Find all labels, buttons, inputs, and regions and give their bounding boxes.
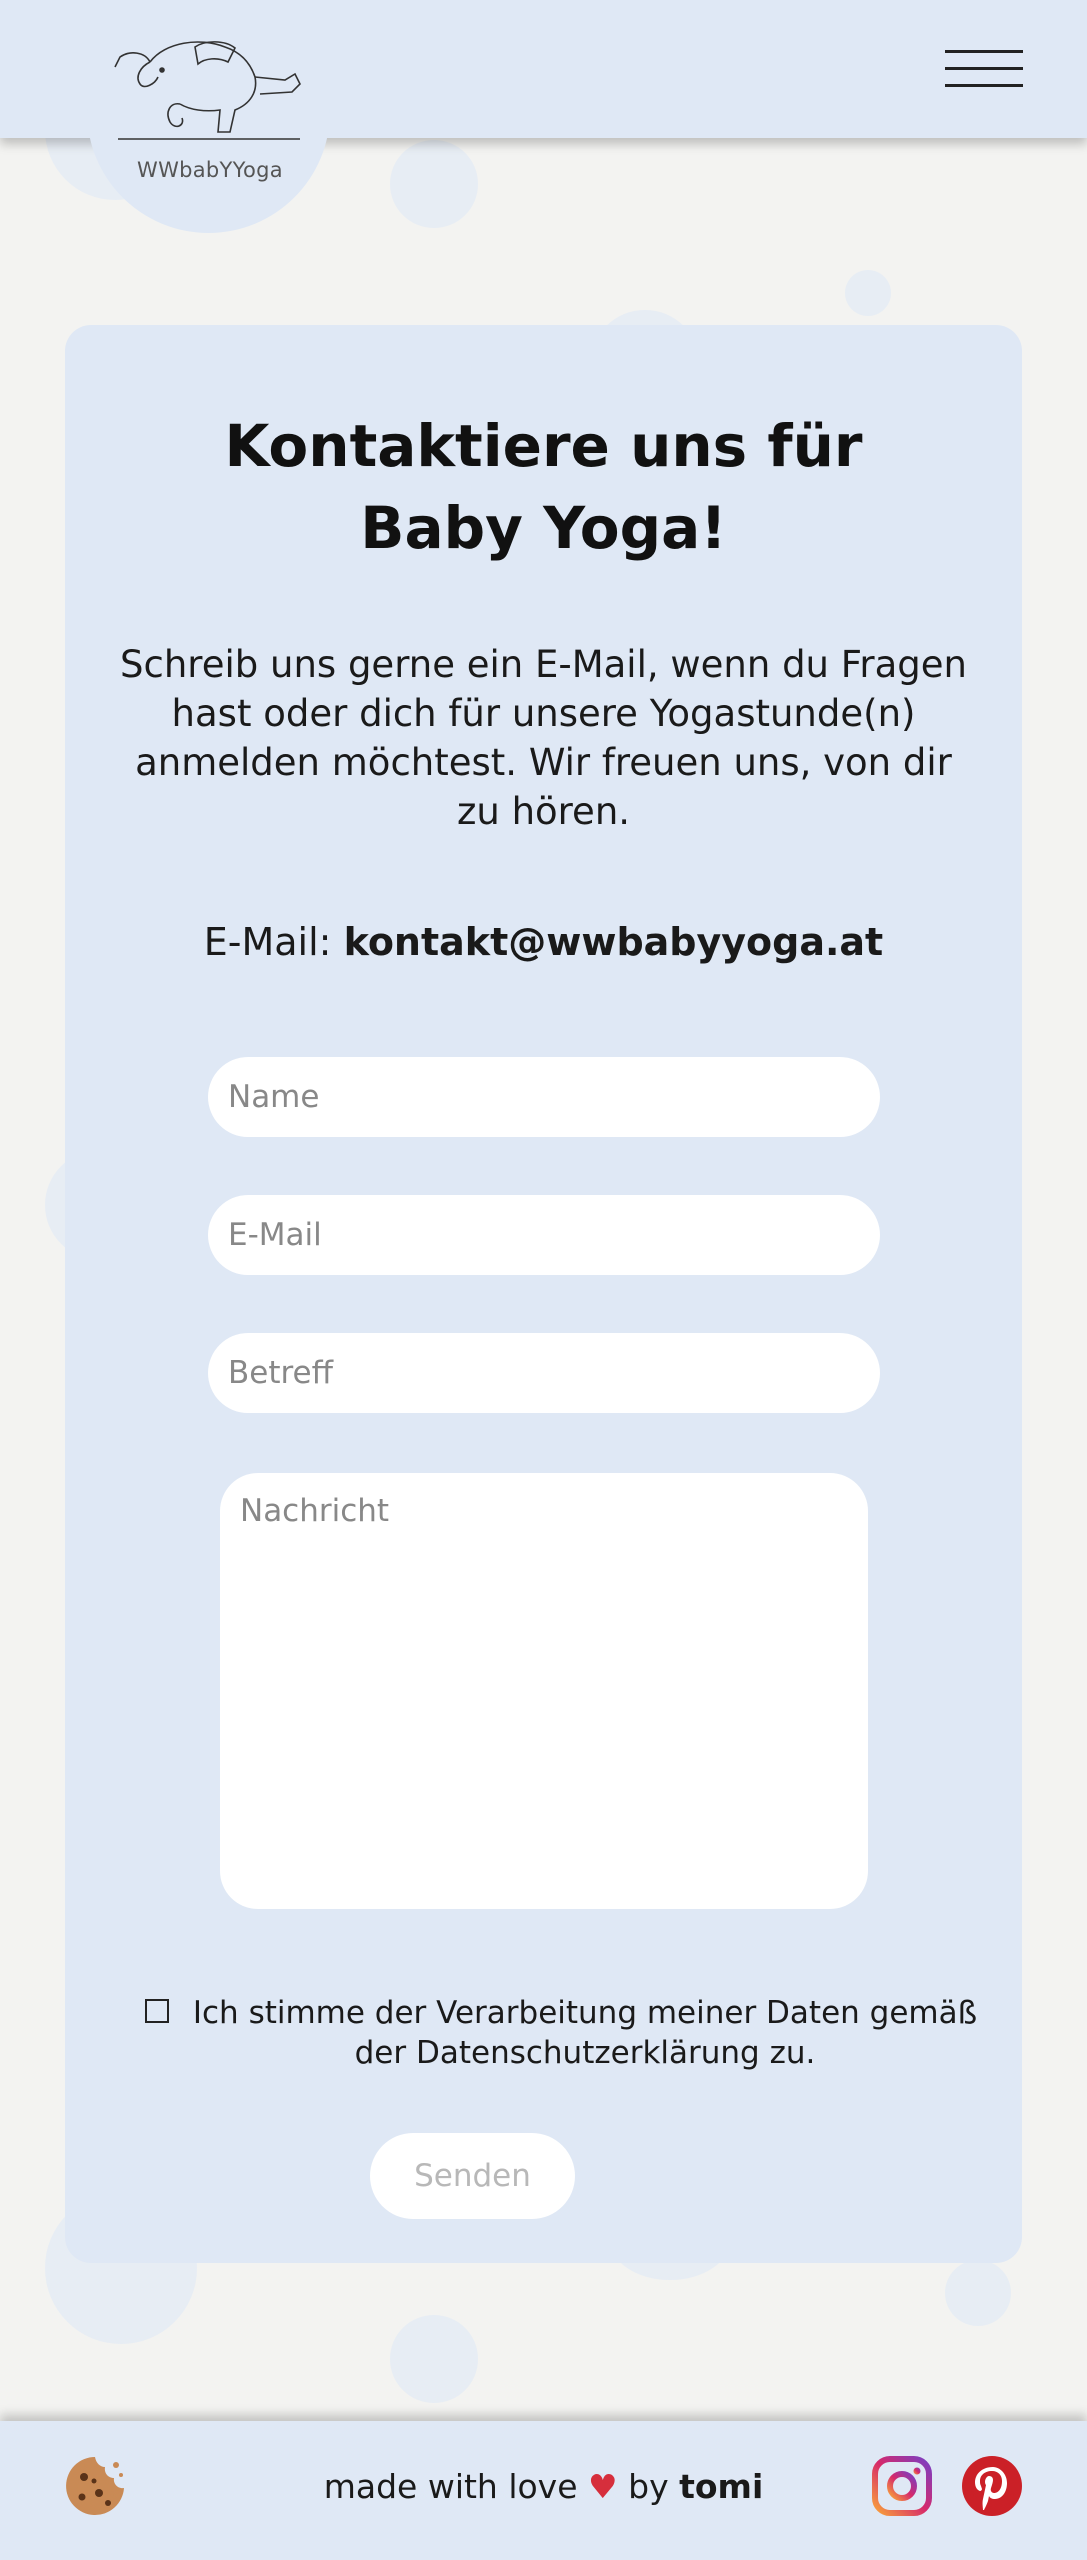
consent-checkbox[interactable]	[145, 1999, 169, 2023]
elephant-yoga-logo[interactable]	[110, 22, 310, 142]
heart-icon: ♥	[588, 2467, 618, 2506]
message-textarea[interactable]	[220, 1473, 868, 1909]
intro-text: Schreib uns gerne ein E-Mail, wenn du Fr…	[120, 643, 967, 833]
email-input[interactable]	[208, 1195, 880, 1275]
consent-label: Ich stimme der Verarbeitung meiner Daten…	[192, 1995, 978, 2071]
background-bubble	[845, 270, 891, 316]
logo-text: WWbabYYoga	[137, 158, 283, 182]
background-bubble	[390, 2315, 478, 2403]
pinterest-icon[interactable]	[961, 2455, 1023, 2517]
made-with-text: made with love	[323, 2467, 578, 2506]
email-label: E-Mail:	[203, 920, 332, 964]
background-bubble	[945, 2260, 1011, 2326]
name-input[interactable]	[208, 1057, 880, 1137]
contact-card: Kontaktiere uns für Baby Yoga! Schreib u…	[65, 325, 1022, 2263]
by-text: by	[628, 2467, 669, 2506]
background-bubble	[390, 140, 478, 228]
email-line: E-Mail: kontakt@wwbabyyoga.at	[65, 917, 1022, 967]
send-button[interactable]: Senden	[370, 2133, 575, 2219]
site-footer: made with love ♥ by tomi	[0, 2421, 1087, 2560]
author-name: tomi	[679, 2467, 764, 2506]
email-address-link[interactable]: kontakt@wwbabyyoga.at	[344, 920, 884, 964]
subject-input[interactable]	[208, 1333, 880, 1413]
hamburger-menu-icon[interactable]	[945, 50, 1023, 90]
instagram-icon[interactable]	[871, 2455, 933, 2517]
page-title: Kontaktiere uns für Baby Yoga!	[224, 412, 863, 562]
